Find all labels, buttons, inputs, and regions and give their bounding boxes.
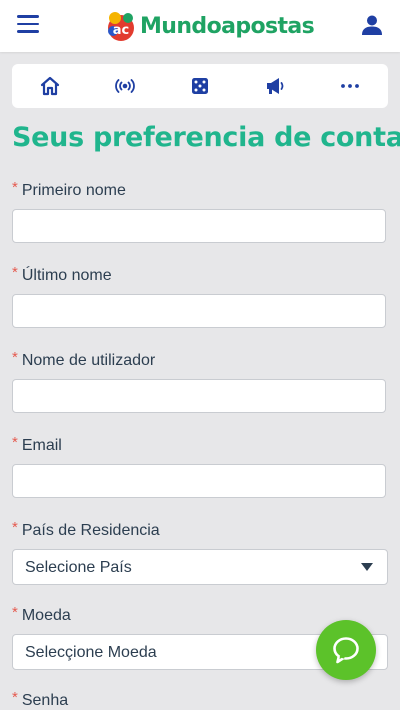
nav-more[interactable] [330,66,370,106]
first-name-input[interactable] [12,209,386,243]
megaphone-icon [267,78,284,94]
required-marker: * [12,689,18,706]
password-label: * Senha [12,689,69,709]
top-header: ac Mundoapostas [0,0,400,52]
first-name-label: * Primeiro nome [12,179,126,199]
required-marker: * [12,349,18,366]
username-label: * Nome de utilizador [12,349,156,369]
brand-logo[interactable]: ac Mundoapostas [104,9,315,43]
required-marker: * [12,519,18,536]
page-title: Seus preferencia de conta [12,122,400,153]
caret-down-icon [361,563,373,571]
last-name-label: * Último nome [12,264,112,284]
last-name-input[interactable] [12,294,386,328]
email-label: * Email [12,434,62,454]
country-label: * País de Residencia [12,519,160,539]
nav-home[interactable] [30,66,70,106]
country-select[interactable]: Selecione País [12,549,388,585]
nav-promotions[interactable] [255,66,295,106]
live-broadcast-icon [114,79,135,93]
category-nav-bar [12,64,388,108]
required-marker: * [12,264,18,281]
dice-icon [191,78,208,94]
hamburger-menu-icon[interactable] [17,15,39,33]
required-marker: * [12,179,18,196]
required-marker: * [12,434,18,451]
logo-mark-icon: ac [108,12,134,41]
live-chat-button[interactable] [316,620,376,680]
nav-casino[interactable] [180,66,220,106]
home-icon [40,76,59,96]
currency-label: * Moeda [12,604,71,624]
brand-name: Mundoapostas [140,13,315,39]
required-marker: * [12,604,18,621]
username-input[interactable] [12,379,386,413]
email-input[interactable] [12,464,386,498]
country-select-value: Selecione País [25,559,132,576]
user-account-icon[interactable] [361,14,383,36]
svg-text:ac: ac [113,23,129,38]
nav-live[interactable] [105,66,145,106]
chat-bubble-icon [333,637,359,664]
more-dots-icon [341,84,360,88]
currency-select-value: Selecçione Moeda [25,644,157,661]
